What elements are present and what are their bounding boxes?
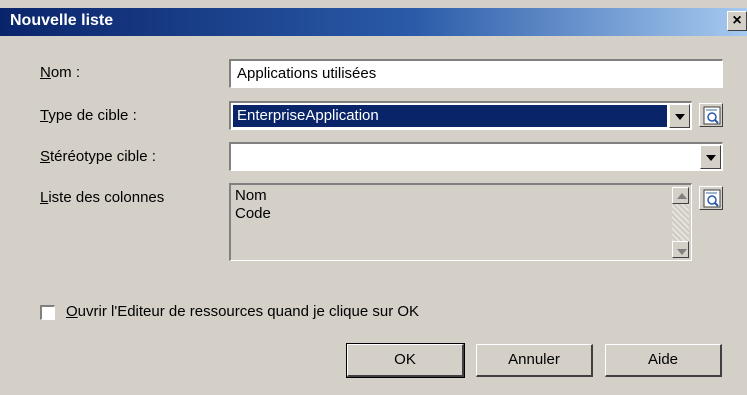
- close-icon: ×: [732, 12, 742, 29]
- arrow-down-icon: [677, 249, 687, 255]
- chevron-down-icon: [706, 155, 716, 161]
- target-stereotype-select[interactable]: [229, 142, 723, 171]
- target-stereotype-dropdown-button[interactable]: [700, 145, 721, 169]
- scroll-up-button[interactable]: [672, 187, 689, 204]
- target-type-select[interactable]: EnterpriseApplication: [229, 101, 692, 130]
- properties-icon: [703, 106, 721, 125]
- name-label: Nom :: [40, 64, 81, 81]
- columns-list-items: Nom Code: [235, 187, 271, 223]
- name-input[interactable]: Applications utilisées: [229, 59, 723, 88]
- chevron-down-icon: [675, 114, 685, 120]
- target-type-dropdown-button[interactable]: [669, 104, 690, 128]
- list-item: Nom: [235, 187, 267, 204]
- help-button[interactable]: Aide: [605, 344, 722, 377]
- open-editor-checkbox[interactable]: [40, 305, 55, 320]
- close-button[interactable]: ×: [727, 11, 747, 31]
- name-input-value: Applications utilisées: [237, 65, 377, 82]
- columns-properties-button[interactable]: [699, 186, 723, 210]
- columns-list[interactable]: Nom Code: [229, 183, 692, 261]
- open-editor-label[interactable]: Ouvrir l'Editeur de ressources quand je …: [66, 303, 419, 320]
- cancel-button[interactable]: Annuler: [476, 344, 593, 377]
- list-item: Code: [235, 205, 271, 222]
- target-stereotype-label: Stéréotype cible :: [40, 148, 156, 165]
- title-bar: Nouvelle liste ×: [0, 8, 747, 36]
- columns-scrollbar[interactable]: [672, 187, 689, 258]
- new-list-dialog: Nouvelle liste × Nom : Applications util…: [0, 0, 747, 395]
- scroll-down-button[interactable]: [672, 241, 689, 258]
- window-title: Nouvelle liste: [10, 12, 114, 29]
- target-type-properties-button[interactable]: [699, 103, 723, 127]
- target-type-label: Type de cible :: [40, 107, 137, 124]
- arrow-up-icon: [677, 193, 687, 199]
- properties-icon: [703, 189, 721, 208]
- target-type-selected: EnterpriseApplication: [233, 105, 667, 127]
- columns-label: Liste des colonnes: [40, 189, 165, 206]
- ok-button[interactable]: OK: [346, 343, 465, 378]
